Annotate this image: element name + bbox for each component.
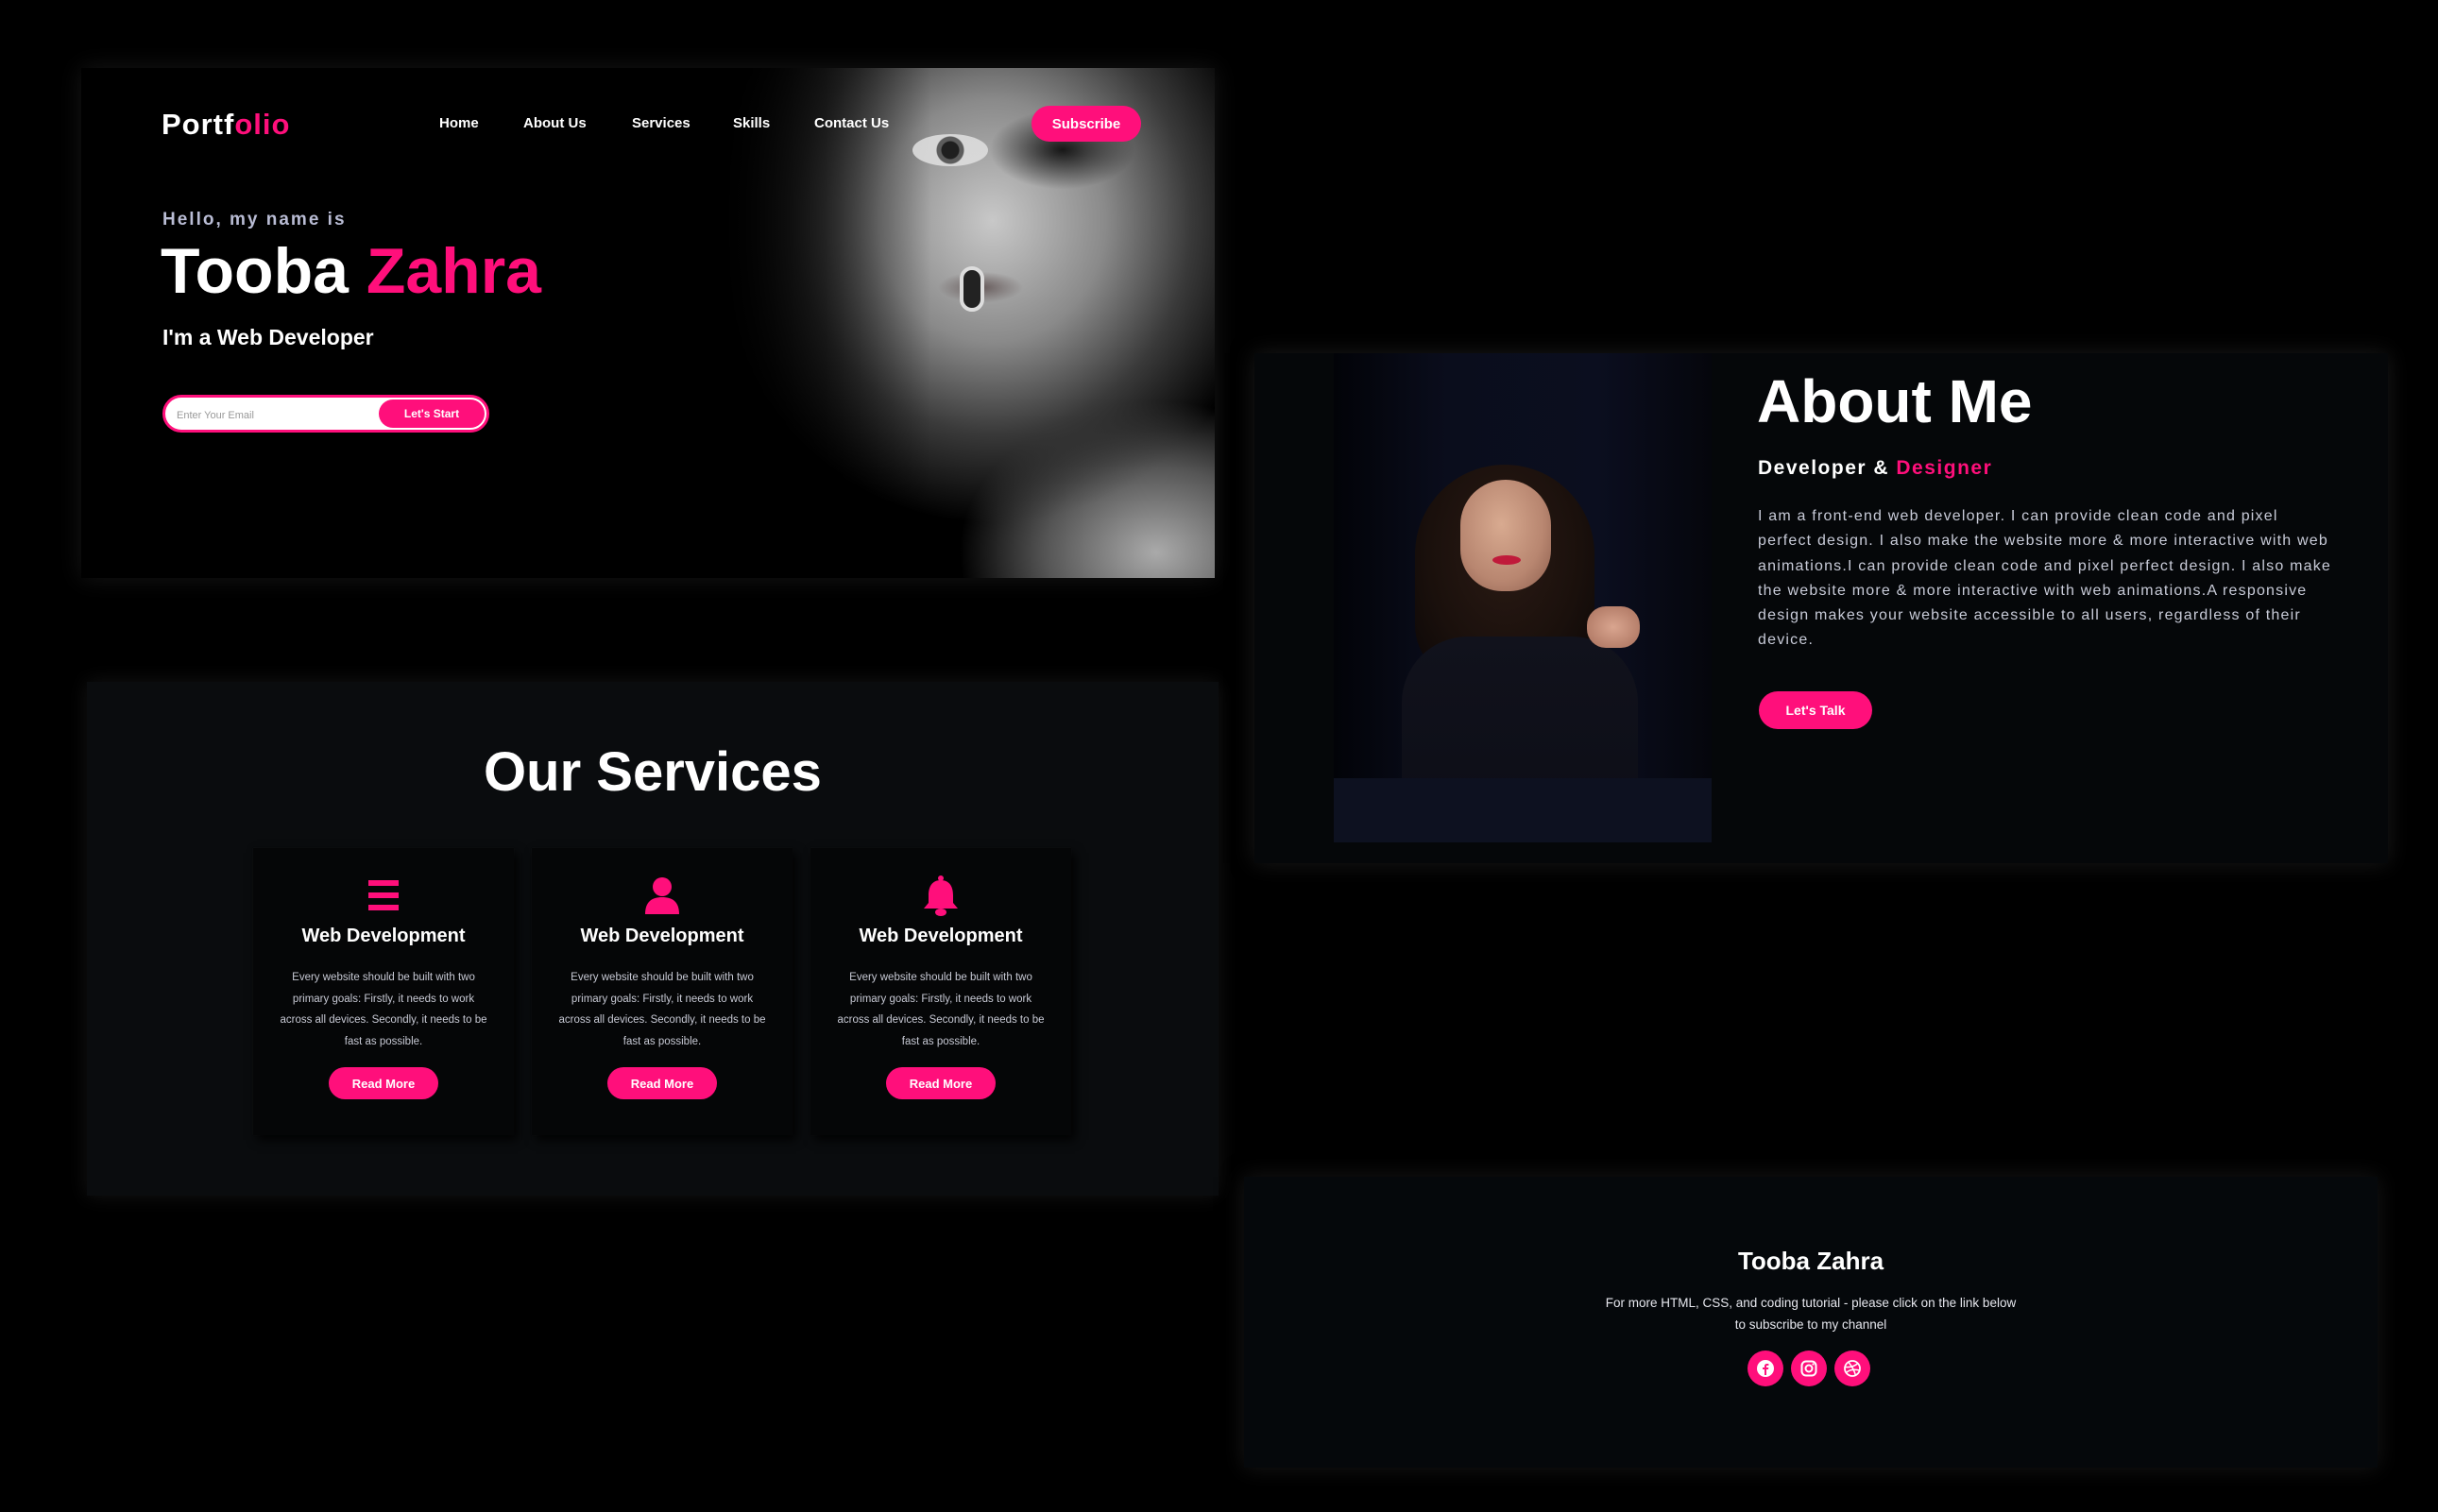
about-subtitle: Developer & Designer — [1758, 457, 1992, 480]
services-section: Our Services Web Development Every websi… — [87, 682, 1219, 1196]
about-portrait-image — [1334, 353, 1712, 842]
hero-last-name: Zahra — [366, 235, 542, 307]
nav-skills-link[interactable]: Skills — [733, 115, 770, 131]
footer-name: Tooba Zahra — [1737, 1247, 1884, 1275]
about-title: About Me — [1757, 367, 2033, 435]
service-card-text: Every website should be built with two p… — [280, 972, 487, 1047]
hero-portrait-earring — [960, 266, 984, 312]
read-more-button[interactable]: Read More — [886, 1067, 996, 1099]
service-card-text: Every website should be built with two p… — [558, 972, 766, 1047]
subscribe-button[interactable]: Subscribe — [1031, 106, 1141, 142]
service-card-text: Every website should be built with two p… — [837, 972, 1045, 1047]
about-description: I am a front-end web developer. I can pr… — [1758, 508, 2332, 649]
lets-start-button[interactable]: Let's Start — [379, 399, 485, 428]
social-links — [1748, 1351, 1876, 1388]
nav-services-link[interactable]: Services — [632, 115, 690, 131]
hero-portrait-image — [629, 68, 1215, 578]
read-more-button[interactable]: Read More — [329, 1067, 438, 1099]
facebook-icon[interactable] — [1748, 1351, 1783, 1386]
service-card: Web Development Every website should be … — [532, 848, 793, 1135]
hero-greeting: Hello, my name is — [162, 210, 347, 229]
user-icon — [532, 875, 793, 916]
service-card-title: Web Development — [859, 926, 1023, 946]
service-card-title: Web Development — [301, 926, 466, 946]
service-card: Web Development Every website should be … — [253, 848, 514, 1135]
hero-name: Tooba Zahra — [161, 234, 541, 308]
nav-about-link[interactable]: About Us — [523, 115, 587, 131]
service-card-title: Web Development — [580, 926, 744, 946]
hero-first-name: Tooba — [161, 235, 349, 307]
about-subtitle-main: Developer & — [1758, 457, 1897, 479]
menu-bars-icon — [253, 875, 514, 916]
nav-contact-link[interactable]: Contact Us — [814, 115, 889, 131]
about-subtitle-accent: Designer — [1896, 457, 1993, 479]
instagram-icon[interactable] — [1791, 1351, 1827, 1386]
read-more-button[interactable]: Read More — [607, 1067, 717, 1099]
about-section: About Me Developer & Designer I am a fro… — [1254, 353, 2388, 863]
email-signup-form: Let's Start — [162, 395, 489, 433]
lets-talk-button[interactable]: Let's Talk — [1759, 691, 1872, 729]
bell-icon — [810, 875, 1071, 916]
services-title: Our Services — [484, 741, 822, 803]
hero-section: Portfolio Home About Us Services Skills … — [81, 68, 1215, 578]
email-input[interactable] — [175, 402, 367, 429]
dribbble-icon[interactable] — [1834, 1351, 1870, 1386]
footer-section: Tooba Zahra For more HTML, CSS, and codi… — [1244, 1177, 2378, 1468]
service-card: Web Development Every website should be … — [810, 848, 1071, 1135]
nav-home-link[interactable]: Home — [439, 115, 479, 131]
hero-role: I'm a Web Developer — [162, 325, 374, 349]
footer-text: For more HTML, CSS, and coding tutorial … — [1605, 1296, 2017, 1332]
